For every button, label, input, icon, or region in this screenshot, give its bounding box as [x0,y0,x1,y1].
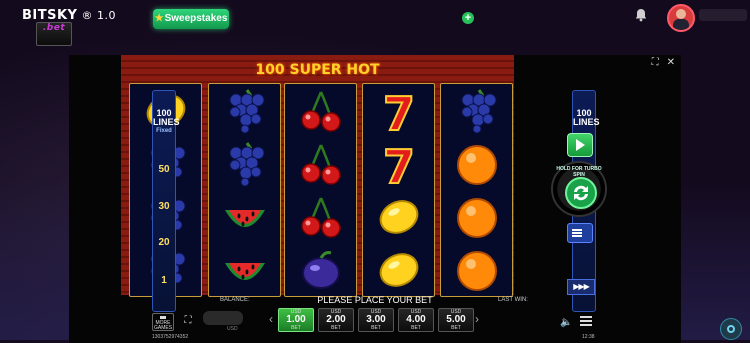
bet-label: BET [411,325,421,331]
menu-icon[interactable] [580,316,592,326]
lines-panel-left: 100 LINES Fixed 50 30 20 1 [152,90,180,312]
cherries-icon [285,190,356,243]
fullscreen-icon[interactable]: ⛶ [182,315,194,327]
bet-option-3[interactable]: USD 3.00 BET [358,308,394,332]
orange-icon [441,190,512,243]
autoplay-button[interactable] [567,133,593,157]
bet-value: 1.00 [286,314,306,325]
expand-icon[interactable]: ⛶ [652,57,659,68]
bet-next-arrow[interactable]: › [475,312,479,326]
line-marker-20: 20 [158,237,170,248]
bet-label: BET [371,325,381,331]
orange-icon [441,243,512,296]
bet-value: 4.00 [406,314,426,325]
bet-option-5[interactable]: USD 5.00 BET [438,308,474,332]
top-bar: BITSKY ® 1.0 .bet ★Sweepstakes + [0,0,750,46]
line-marker-50: 50 [158,164,170,175]
lemon-icon [363,190,434,243]
grapes-icon [441,84,512,137]
grapes-icon [209,84,280,137]
user-avatar[interactable] [667,4,695,32]
bet-option-4[interactable]: USD 4.00 BET [398,308,434,332]
star-icon: ★ [154,13,164,24]
game-window: ⛶ ✕ 100 SUPER HOT 77 100 LINES Fixed 50 3… [69,55,681,343]
reel-5 [440,83,513,297]
balance-label: BALANCE: [220,297,250,303]
line-marker-1: 1 [161,275,167,286]
last-win-label: LAST WIN: [498,297,528,303]
speed-button[interactable]: ▶▶▶ [567,279,595,295]
session-id: 1303752974352 [152,334,189,340]
bet-option-1[interactable]: USD 1.00 BET [278,308,314,332]
bet-prev-arrow[interactable]: ‹ [269,312,273,326]
lines-label: LINES [573,117,600,127]
sweepstakes-button[interactable]: ★Sweepstakes [153,9,229,29]
more-games-button[interactable]: MORE GAMES [152,313,174,331]
close-icon[interactable]: ✕ [667,57,675,68]
cherries-icon [285,137,356,190]
game-window-controls: ⛶ ✕ [644,57,675,68]
clock: 12:38 [582,334,595,340]
balance-value-blurred [203,311,243,325]
lines-fixed-label: Fixed [156,128,172,134]
watermelon-icon [209,190,280,243]
accessibility-icon[interactable] [720,318,742,340]
logo-text: BITSKY [22,8,78,23]
slot-board: 100 SUPER HOT 77 [121,55,514,297]
sound-icon[interactable]: 🔈 [560,317,572,328]
status-message: PLEASE PLACE YOUR BET [317,295,433,305]
bet-option-2[interactable]: USD 2.00 BET [318,308,354,332]
balance-currency: USD [227,326,238,332]
cherries-icon [285,84,356,137]
orange-icon [441,137,512,190]
reel-2 [208,83,281,297]
reel-4: 77 [362,83,435,297]
bet-label: BET [451,325,461,331]
add-funds-button[interactable]: + [462,12,474,24]
site-logo[interactable]: BITSKY ® 1.0 .bet [22,8,116,46]
spin-button[interactable]: HOLD FOR TURBO SPIN [551,161,607,217]
sweepstakes-label: Sweepstakes [164,13,228,24]
lines-count-left: 100 LINES Fixed [153,109,180,136]
spin-arrows-icon [565,177,597,209]
bet-label: BET [291,325,301,331]
bet-value: 2.00 [326,314,346,325]
bet-value: 5.00 [446,314,466,325]
user-balance-box[interactable] [699,9,747,21]
watermelon-icon [209,243,280,296]
game-title: 100 SUPER HOT [255,62,380,78]
svg-text:7: 7 [382,88,414,134]
line-marker-30: 30 [158,201,170,212]
plum-icon [285,243,356,296]
lemon-icon [363,243,434,296]
lines-count-right: 100 LINES [573,109,600,127]
bet-label: BET [331,325,341,331]
seven-icon: 7 [363,84,434,137]
logo-subtext: .bet [36,22,72,46]
lines-label: LINES [153,117,180,127]
svg-text:7: 7 [382,141,414,187]
bet-value: 3.00 [366,314,386,325]
seven-icon: 7 [363,137,434,190]
settings-button[interactable] [567,223,593,243]
version-label: ® 1.0 [81,9,116,22]
reel-3 [284,83,357,297]
bell-icon[interactable] [634,8,648,22]
grapes-icon [209,137,280,190]
